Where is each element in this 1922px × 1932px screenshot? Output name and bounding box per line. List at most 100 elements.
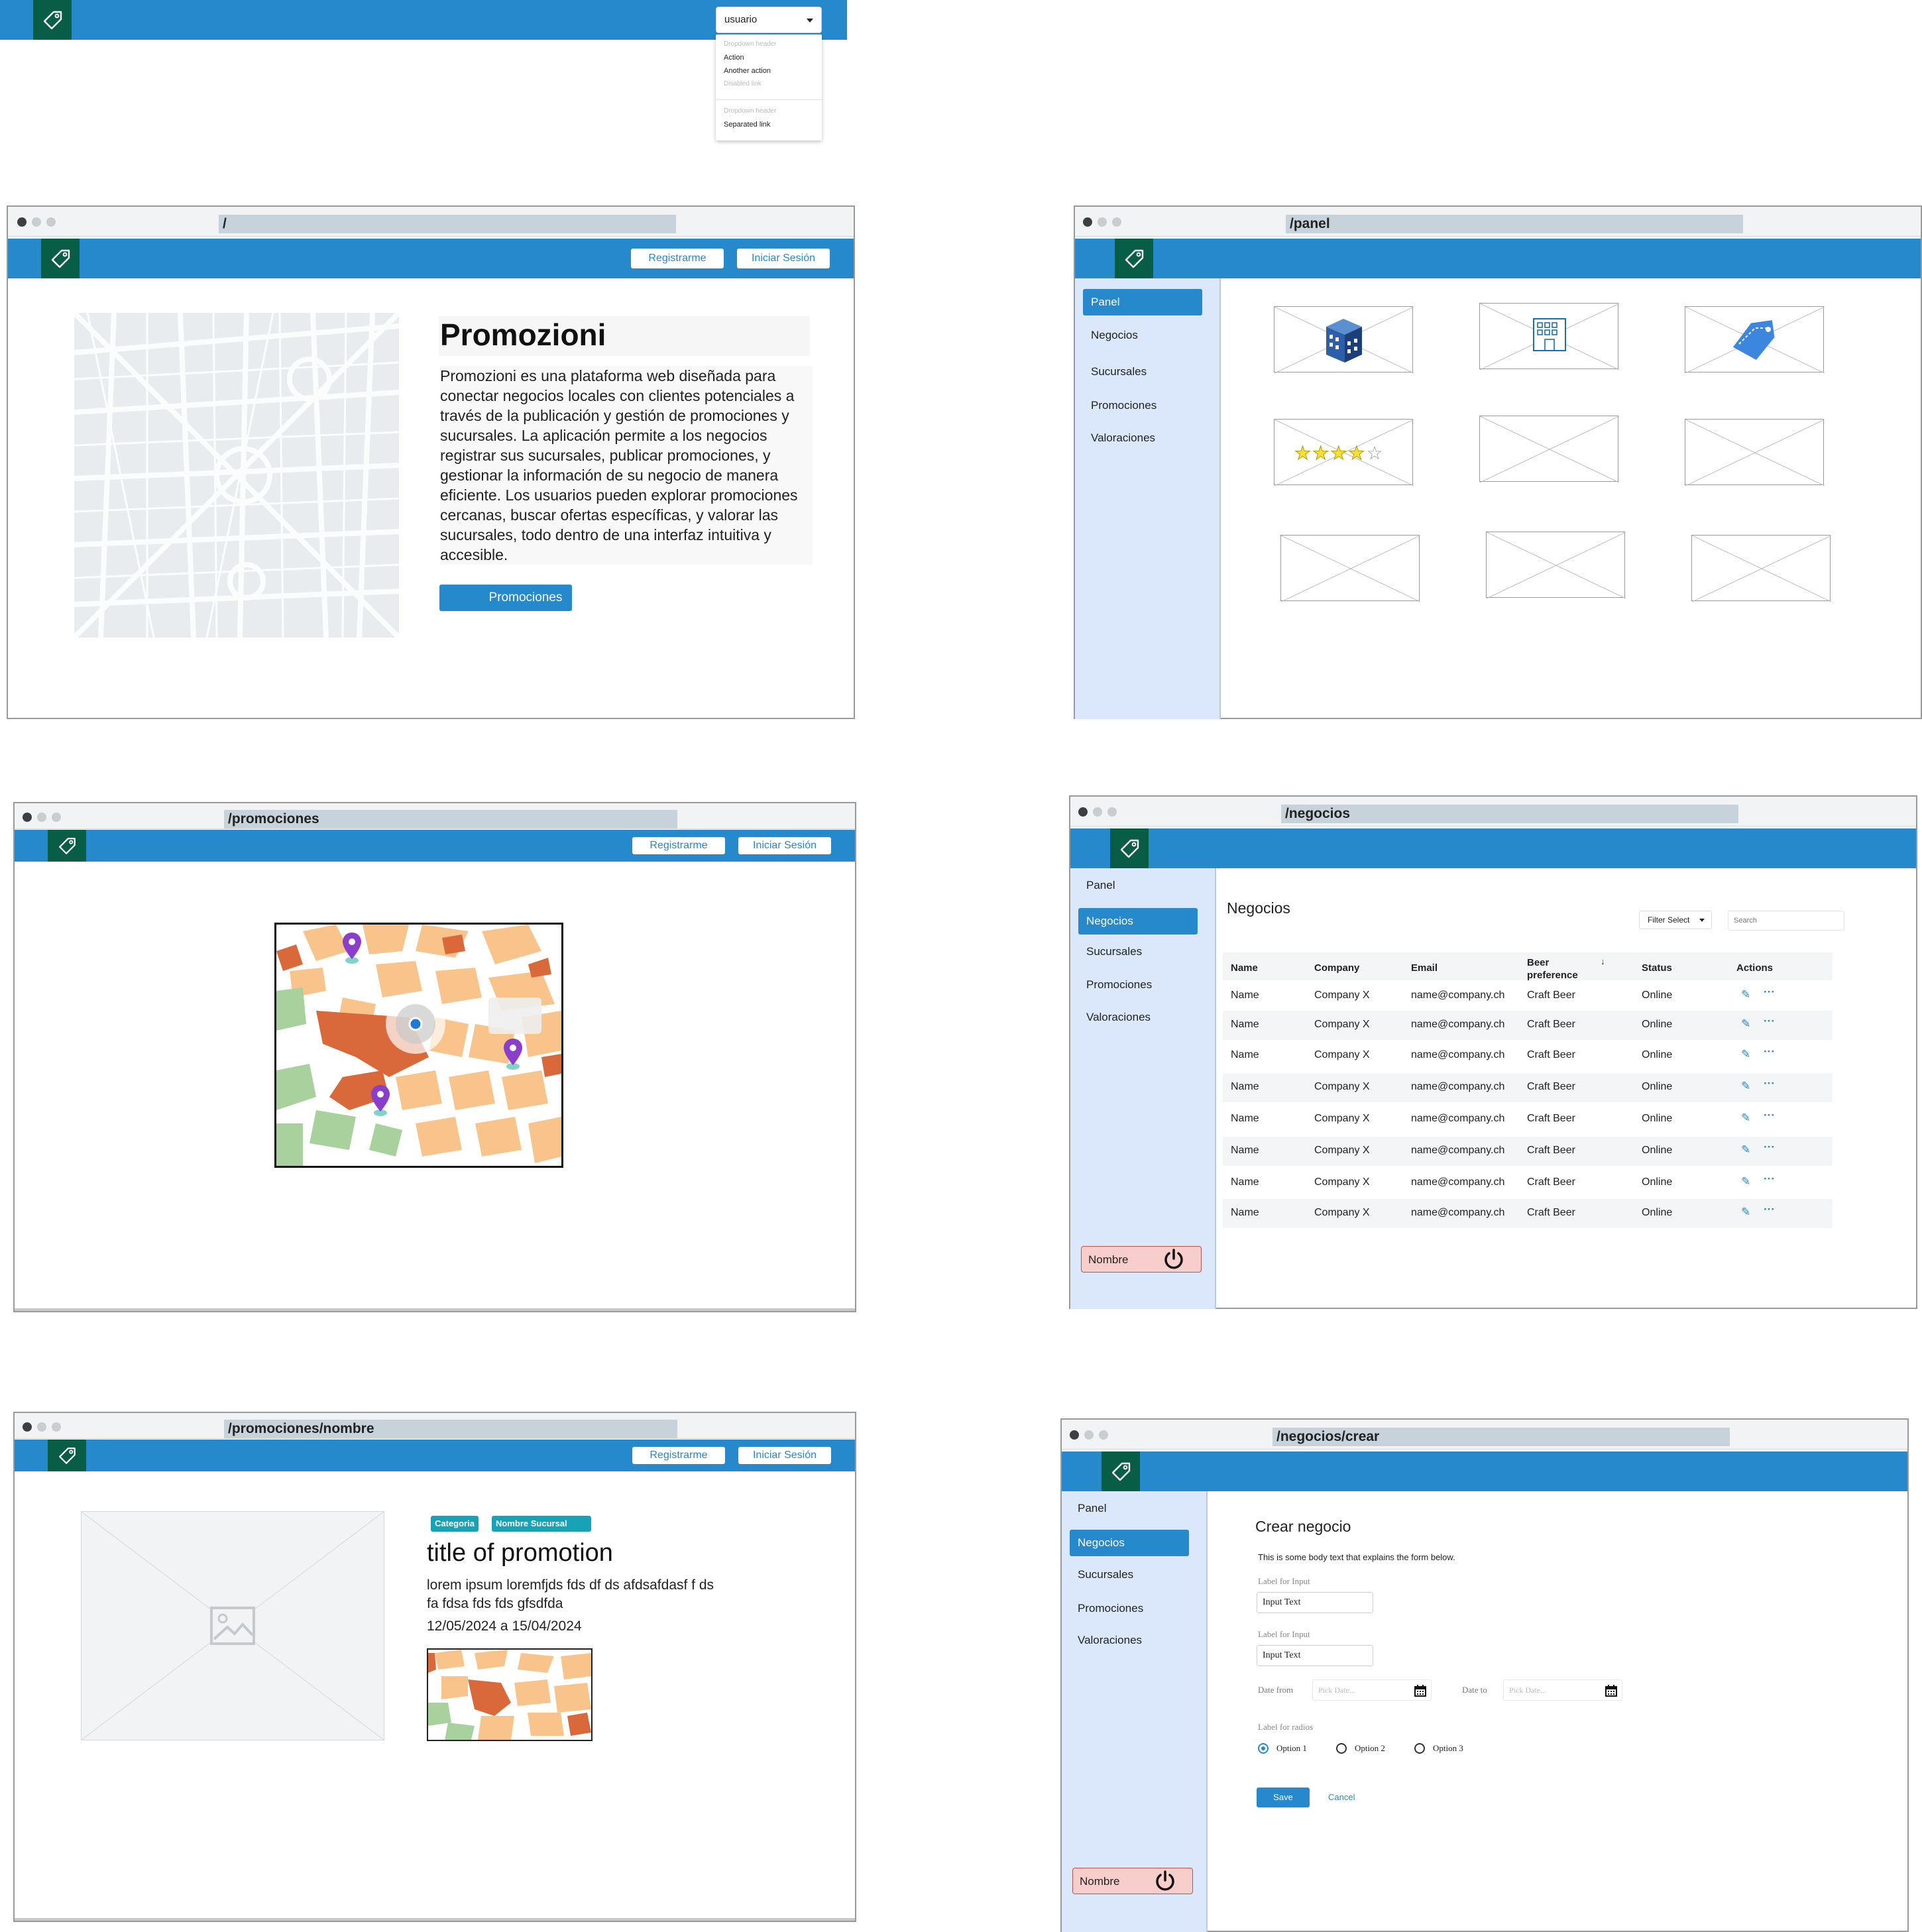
date-to-input[interactable]: Pick Date... (1503, 1679, 1622, 1701)
login-button[interactable]: Iniciar Sesión (737, 249, 830, 268)
sidebar-item-panel[interactable]: Panel (1078, 872, 1198, 899)
sidebar-item-negocios[interactable]: Negocios (1078, 908, 1198, 935)
map-pin-icon[interactable] (369, 1084, 392, 1117)
col-company[interactable]: Company (1314, 962, 1359, 974)
tile-sucursales[interactable] (1479, 303, 1619, 370)
logo[interactable] (48, 830, 86, 862)
edit-icon[interactable]: ✎ (1741, 1175, 1750, 1188)
tile-promociones[interactable] (1685, 306, 1825, 373)
edit-icon[interactable]: ✎ (1741, 988, 1750, 1001)
user-logout-button[interactable]: Nombre (1072, 1868, 1193, 1894)
sidebar-item-panel[interactable]: Panel (1070, 1495, 1189, 1522)
sidebar-item-sucursales[interactable]: Sucursales (1083, 359, 1202, 385)
dropdown-item-action[interactable]: Action (724, 54, 744, 62)
col-status[interactable]: Status (1642, 962, 1672, 974)
user-select[interactable]: usuario (716, 7, 822, 33)
sort-icon[interactable]: ↓ (1601, 956, 1605, 966)
more-icon[interactable]: ··· (1764, 1109, 1775, 1122)
cancel-link[interactable]: Cancel (1328, 1792, 1355, 1802)
edit-icon[interactable]: ✎ (1741, 1206, 1750, 1219)
tile-negocios[interactable] (1274, 306, 1414, 373)
branch-badge[interactable]: Nombre Sucursal (492, 1516, 591, 1532)
edit-icon[interactable]: ✎ (1741, 1143, 1750, 1157)
more-icon[interactable]: ··· (1764, 1172, 1775, 1186)
sidebar-item-valoraciones[interactable]: Valoraciones (1070, 1627, 1189, 1654)
text-input[interactable]: Input Text (1257, 1645, 1373, 1666)
radio-unselected (1336, 1743, 1347, 1754)
filter-select[interactable]: Filter Select (1639, 911, 1712, 929)
calendar-icon[interactable] (1414, 1684, 1427, 1697)
edit-icon[interactable]: ✎ (1741, 1111, 1750, 1125)
login-button[interactable]: Iniciar Sesión (738, 837, 831, 854)
dropdown-item-another[interactable]: Another action (724, 67, 771, 75)
save-button[interactable]: Save (1257, 1788, 1310, 1807)
col-beer[interactable]: Beer preference (1527, 956, 1593, 982)
url-bar[interactable]: /negocios/crear (1272, 1428, 1730, 1446)
map-pin-icon[interactable] (341, 931, 363, 964)
edit-icon[interactable]: ✎ (1741, 1080, 1750, 1093)
url-bar[interactable]: /promociones/nombre (224, 1420, 677, 1438)
date-from-input[interactable]: Pick Date... (1312, 1679, 1432, 1701)
logo[interactable] (41, 239, 80, 278)
user-logout-button[interactable]: Nombre (1081, 1246, 1202, 1273)
url-bar[interactable]: /negocios (1281, 805, 1738, 823)
sidebar-item-sucursales[interactable]: Sucursales (1078, 938, 1198, 965)
logo[interactable] (48, 1440, 86, 1471)
logo[interactable] (1102, 1451, 1140, 1491)
tile-placeholder[interactable] (1479, 416, 1619, 483)
more-icon[interactable]: ··· (1764, 1015, 1775, 1028)
sidebar-item-negocios[interactable]: Negocios (1070, 1530, 1189, 1556)
table-row[interactable]: Name Company X name@company.ch Craft Beer On… (1223, 982, 1833, 1011)
logo[interactable] (1110, 828, 1149, 868)
dropdown-item-separated[interactable]: Separated link (724, 121, 770, 129)
search-input[interactable] (1728, 911, 1844, 931)
promotion-map-thumbnail[interactable] (427, 1648, 593, 1741)
sidebar-item-sucursales[interactable]: Sucursales (1070, 1562, 1189, 1588)
sidebar-item-promociones[interactable]: Promociones (1070, 1595, 1189, 1622)
url-bar[interactable]: /promociones (224, 810, 677, 828)
sidebar-item-promociones[interactable]: Promociones (1083, 392, 1202, 419)
table-row[interactable]: Name Company X name@company.ch Craft Beer On… (1223, 1168, 1833, 1198)
text-input[interactable]: Input Text (1257, 1592, 1373, 1613)
promotions-map[interactable] (274, 923, 563, 1168)
more-icon[interactable]: ··· (1764, 1045, 1775, 1058)
table-row[interactable]: Name Company X name@company.ch Craft Beer On… (1223, 1041, 1833, 1070)
promociones-button[interactable]: Promociones (439, 585, 572, 611)
tile-placeholder[interactable] (1685, 419, 1825, 486)
sidebar-item-valoraciones[interactable]: Valoraciones (1078, 1004, 1198, 1031)
table-row[interactable]: Name Company X name@company.ch Craft Beer On… (1223, 1137, 1833, 1166)
edit-icon[interactable]: ✎ (1741, 1048, 1750, 1061)
register-button[interactable]: Registrarme (632, 1447, 725, 1464)
sidebar-item-promociones[interactable]: Promociones (1078, 972, 1198, 998)
home-description: Promozioni es una plataforma web diseñad… (440, 366, 813, 565)
tile-placeholder[interactable] (1486, 532, 1626, 598)
table-row[interactable]: Name Company X name@company.ch Craft Beer On… (1223, 1105, 1833, 1134)
col-name[interactable]: Name (1231, 962, 1258, 974)
more-icon[interactable]: ··· (1764, 1203, 1775, 1216)
more-icon[interactable]: ··· (1764, 1077, 1775, 1090)
register-button[interactable]: Registrarme (632, 837, 725, 854)
edit-icon[interactable]: ✎ (1741, 1017, 1750, 1031)
tile-valoraciones[interactable]: ★★★★☆ (1274, 419, 1414, 486)
col-email[interactable]: Email (1411, 962, 1438, 974)
table-row[interactable]: Name Company X name@company.ch Craft Beer On… (1223, 1011, 1833, 1040)
calendar-icon[interactable] (1605, 1684, 1618, 1697)
category-badge[interactable]: Categoria (431, 1516, 479, 1532)
url-bar[interactable]: / (219, 215, 676, 233)
more-icon[interactable]: ··· (1764, 986, 1775, 999)
map-pin-icon[interactable] (502, 1037, 524, 1070)
url-bar[interactable]: /panel (1286, 215, 1743, 233)
cell-beer: Craft Beer (1527, 1113, 1575, 1124)
logo[interactable] (1115, 239, 1153, 278)
table-row[interactable]: Name Company X name@company.ch Craft Beer On… (1223, 1199, 1833, 1228)
tile-placeholder[interactable] (1691, 535, 1831, 602)
table-row[interactable]: Name Company X name@company.ch Craft Beer On… (1223, 1073, 1833, 1102)
sidebar-item-valoraciones[interactable]: Valoraciones (1083, 425, 1202, 451)
sidebar-item-negocios[interactable]: Negocios (1083, 322, 1202, 349)
tile-placeholder[interactable] (1280, 535, 1420, 602)
register-button[interactable]: Registrarme (631, 249, 724, 268)
more-icon[interactable]: ··· (1764, 1141, 1775, 1154)
login-button[interactable]: Iniciar Sesión (738, 1447, 831, 1464)
sidebar-item-panel[interactable]: Panel (1083, 289, 1202, 315)
logo[interactable] (33, 0, 72, 40)
